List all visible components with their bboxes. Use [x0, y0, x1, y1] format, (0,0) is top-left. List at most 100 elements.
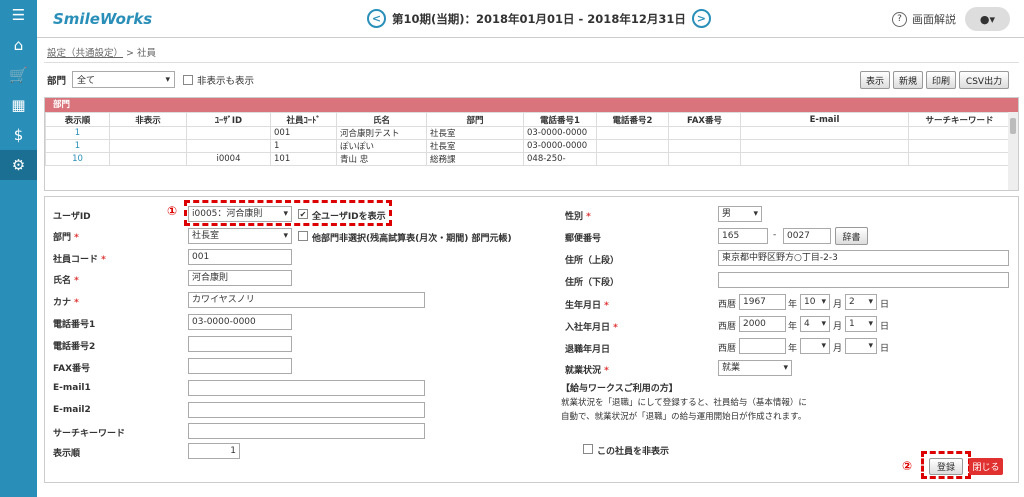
note-line-1: 就業状況を「退職」にして登録すると、社員給与（基本情報）に [561, 398, 807, 408]
annotation-mark-2: ② [902, 459, 913, 473]
tel1-label: 電話番号1 [53, 320, 96, 330]
table-row[interactable]: 10 i0004 101 青山 忠総務課 048-250- [45, 152, 1011, 166]
column-header[interactable]: 非表示 [109, 112, 187, 127]
address1-label: 住所（上段） [565, 256, 620, 266]
address2-input[interactable] [718, 272, 1009, 288]
column-header[interactable]: ﾕｰｻﾞID [186, 112, 271, 127]
email1-input[interactable] [188, 380, 425, 396]
leave-era: 西暦 [718, 344, 737, 354]
birth-day-select[interactable]: 2 ▾ [845, 294, 877, 310]
table-scrollbar[interactable] [1008, 112, 1018, 190]
money-bag-icon[interactable]: $ [0, 120, 37, 150]
cart-icon[interactable]: 🛒 [0, 60, 37, 90]
table-cell [186, 126, 271, 140]
leave-day-select[interactable]: ▾ [845, 338, 877, 354]
chevron-right-icon[interactable]: > [691, 9, 711, 28]
join-month-select[interactable]: 4 ▾ [800, 316, 830, 332]
zip1-input[interactable]: 165 [718, 228, 768, 244]
year-unit: 年 [788, 344, 798, 354]
calculator-icon[interactable]: ▦ [0, 90, 37, 120]
column-header[interactable]: 電話番号2 [596, 112, 669, 127]
display-button[interactable]: 表示 [860, 71, 890, 89]
join-day-select[interactable]: 1 ▾ [845, 316, 877, 332]
print-button[interactable]: 印刷 [926, 71, 956, 89]
zip2-input[interactable]: 0027 [783, 228, 831, 244]
save-button[interactable]: 登録 [929, 458, 963, 475]
menu-icon[interactable]: ☰ [0, 0, 37, 30]
chevron-down-icon: ▾ [783, 363, 788, 373]
join-era: 西暦 [718, 322, 737, 332]
tel2-input[interactable] [188, 336, 292, 352]
new-button[interactable]: 新規 [893, 71, 923, 89]
gear-icon[interactable]: ⚙ [0, 150, 37, 180]
table-cell [740, 126, 909, 140]
table-cell: 社長室 [426, 139, 524, 153]
table-cell [186, 139, 271, 153]
table-cell [740, 139, 909, 153]
leave-month-select[interactable]: ▾ [800, 338, 830, 354]
csv-export-button[interactable]: CSV出力 [959, 71, 1009, 89]
column-header[interactable]: FAX番号 [668, 112, 741, 127]
dept-select[interactable]: 社長室 ▾ [188, 228, 292, 244]
name-input[interactable]: 河合康則 [188, 270, 292, 286]
chevron-down-icon: ▾ [753, 209, 758, 219]
table-cell [668, 139, 741, 153]
table-cell: 101 [270, 152, 337, 166]
table-cell [596, 139, 669, 153]
employment-status-value: 就業 [722, 363, 741, 373]
birth-year-input[interactable]: 1967 [739, 294, 786, 310]
chevron-left-icon[interactable]: < [367, 9, 386, 28]
scrollbar-thumb[interactable] [1010, 118, 1016, 134]
email2-input[interactable] [188, 402, 425, 418]
table-cell: i0004 [186, 152, 271, 166]
column-header[interactable]: 部門 [426, 112, 524, 127]
column-header[interactable]: 氏名 [336, 112, 427, 127]
table-cell [908, 126, 1011, 140]
join-year-input[interactable]: 2000 [739, 316, 786, 332]
birth-month-select[interactable]: 10 ▾ [800, 294, 830, 310]
tel1-input[interactable]: 03-0000-0000 [188, 314, 292, 330]
annotation-mark-1: ① [167, 204, 178, 218]
table-cell: 048-250- [523, 152, 597, 166]
dept-filter-select[interactable]: 全て ▾ [72, 71, 176, 88]
column-header[interactable]: E-mail [740, 112, 909, 127]
close-button[interactable]: 閉じる [969, 458, 1003, 475]
column-header[interactable]: 社員ｺｰﾄﾞ [270, 112, 337, 127]
employee-code-input[interactable]: 001 [188, 249, 292, 265]
dictionary-button[interactable]: 辞書 [835, 227, 868, 245]
table-row[interactable]: 1 1 ぽいぽい 社長室 03-0000-0000 [45, 139, 1011, 153]
kana-input[interactable]: カワイヤスノリ [188, 292, 425, 308]
home-icon[interactable]: ⌂ [0, 30, 37, 60]
column-header[interactable]: 表示順 [45, 112, 110, 127]
show-hidden-checkbox[interactable] [183, 74, 194, 85]
kana-label: カナ * [53, 298, 79, 308]
breadcrumb-sep: > [126, 48, 135, 59]
gender-select[interactable]: 男 ▾ [718, 206, 762, 222]
display-order-input[interactable]: 1 [188, 443, 240, 459]
other-dept-checkbox[interactable] [298, 231, 308, 241]
employee-table: 部門 表示順 非表示 ﾕｰｻﾞID 社員ｺｰﾄﾞ 氏名 部門 電話番号1 電話番号2 FAX番号… [44, 97, 1019, 191]
gender-value: 男 [722, 209, 732, 219]
hide-employee-checkbox[interactable] [583, 444, 593, 454]
employment-status-select[interactable]: 就業 ▾ [718, 360, 792, 376]
search-keyword-input[interactable] [188, 423, 425, 439]
address1-input[interactable]: 東京都中野区野方○丁目-2-3 [718, 250, 1009, 266]
employee-form: ユーザID i0005：河合康則 ▾ ✔ 全ユーザIDを表示 ① 部門 * 社長室… [44, 196, 1019, 483]
show-hidden-label: 非表示も表示 [197, 75, 255, 87]
table-row[interactable]: 1 001 河合康則テスト 社長室 03-0000-0000 [45, 126, 1011, 140]
employee-code-label: 社員コード * [53, 255, 106, 265]
user-menu-button[interactable]: ● ▾ [965, 7, 1010, 31]
column-header[interactable]: 電話番号1 [523, 112, 597, 127]
fax-input[interactable] [188, 358, 292, 374]
birth-date-label: 生年月日 * [565, 301, 609, 311]
note-title: 【給与ワークスご利用の方】 [561, 384, 678, 394]
leave-year-input[interactable] [739, 338, 786, 354]
email1-label: E-mail1 [53, 383, 91, 393]
dept-filter-value: 全て [77, 76, 96, 86]
column-header[interactable]: サーチキーワード [908, 112, 1011, 127]
note-line-2: 自動で、就業状況が「退職」の給与運用開始日が作成されます。 [561, 412, 807, 422]
top-bar: SmileWorks < 第10期(当期)：2018年01月01日 - 2018… [37, 0, 1024, 38]
breadcrumb-parent-link[interactable]: 設定（共通設定） [47, 48, 123, 59]
help-link[interactable]: ? 画面解説 [892, 11, 956, 27]
zip-sep: - [773, 230, 777, 240]
